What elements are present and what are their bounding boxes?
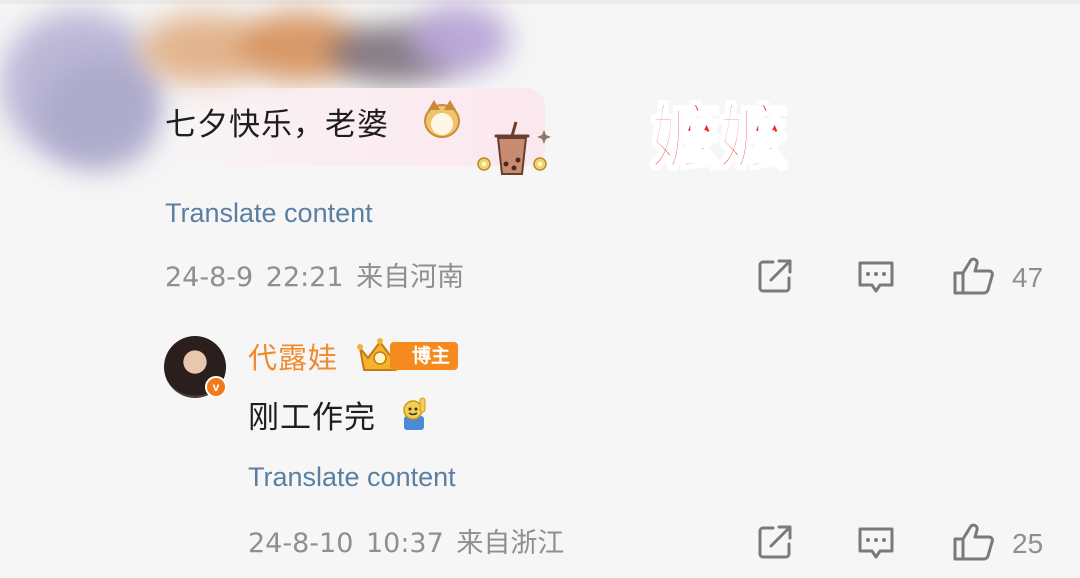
comment-text: 七夕快乐，老婆 bbox=[165, 107, 389, 143]
milk-tea-sticker-icon bbox=[477, 121, 551, 175]
translate-link[interactable]: Translate content bbox=[165, 196, 373, 230]
like-icon[interactable] bbox=[952, 522, 996, 562]
comment-timestamp: 24-8-9 22:21 bbox=[165, 262, 344, 293]
like-count: 25 bbox=[1012, 528, 1044, 559]
hand-up-emoji-icon bbox=[403, 397, 426, 430]
blogger-badge: 博主 bbox=[390, 342, 459, 370]
verified-badge: v bbox=[205, 376, 227, 398]
like-count: 47 bbox=[1012, 262, 1044, 293]
reply-timestamp: 24-8-10 10:37 bbox=[248, 528, 444, 559]
share-icon[interactable] bbox=[757, 524, 795, 560]
top-divider bbox=[0, 0, 1080, 4]
comment-location: 来自河南 bbox=[356, 262, 465, 293]
like-icon[interactable] bbox=[952, 256, 996, 296]
translate-link[interactable]: Translate content bbox=[248, 460, 456, 494]
comment-meta: 24-8-9 22:21 来自河南 bbox=[165, 261, 464, 295]
reply-text: 刚工作完 bbox=[248, 400, 376, 436]
reply-location: 来自浙江 bbox=[456, 528, 565, 559]
overlay-caption: 嬷嬷 bbox=[649, 96, 789, 180]
cat-emoji-icon bbox=[424, 100, 460, 138]
reply-author-name[interactable]: 代露娃 bbox=[248, 339, 338, 377]
reply-meta: 24-8-10 10:37 来自浙江 bbox=[248, 527, 564, 561]
share-icon[interactable] bbox=[757, 258, 795, 294]
comment-icon[interactable] bbox=[857, 524, 895, 562]
comment-icon[interactable] bbox=[857, 258, 895, 296]
